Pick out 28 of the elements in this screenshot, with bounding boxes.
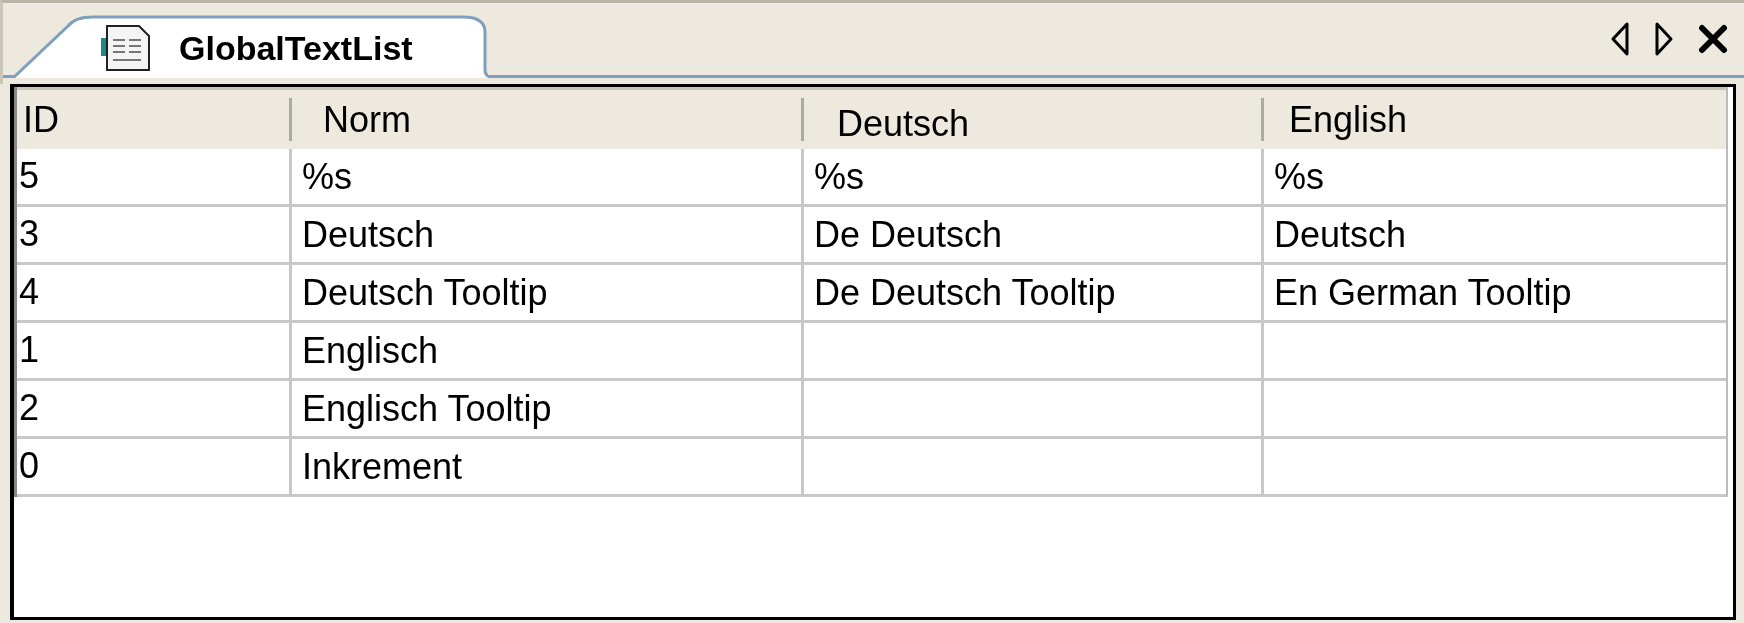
scroll-right-icon[interactable] xyxy=(1654,21,1674,57)
table-cell: 5 xyxy=(17,149,289,207)
table-cell: %s xyxy=(801,149,1261,207)
table-cell: Englisch Tooltip xyxy=(289,381,801,439)
table-cell: Deutsch Tooltip xyxy=(289,265,801,323)
text-list-icon xyxy=(101,24,151,72)
column-header[interactable]: Deutsch xyxy=(801,87,1261,149)
table-cell: En German Tooltip xyxy=(1261,265,1726,323)
table-cell: 3 xyxy=(17,207,289,265)
table-cell: %s xyxy=(1261,149,1726,207)
scroll-left-icon[interactable] xyxy=(1610,21,1630,57)
table-cell: Deutsch xyxy=(1261,207,1726,265)
document-tab[interactable]: GlobalTextList xyxy=(13,14,488,78)
table-cell: 4 xyxy=(17,265,289,323)
close-icon[interactable] xyxy=(1698,24,1728,54)
tab-title: GlobalTextList xyxy=(179,28,413,68)
table-cell: De Deutsch xyxy=(801,207,1261,265)
table-cell: 0 xyxy=(17,439,289,497)
table-cell: De Deutsch Tooltip xyxy=(801,265,1261,323)
table-cell: %s xyxy=(289,149,801,207)
table-cell: 1 xyxy=(17,323,289,381)
column-header[interactable]: English xyxy=(1261,87,1726,149)
table-cell: Englisch xyxy=(289,323,801,381)
table-cell: 2 xyxy=(17,381,289,439)
table-cell: Deutsch xyxy=(289,207,801,265)
column-header[interactable]: Norm xyxy=(289,87,801,149)
table-cell: Inkrement xyxy=(289,439,801,497)
column-header[interactable]: ID xyxy=(17,87,289,149)
